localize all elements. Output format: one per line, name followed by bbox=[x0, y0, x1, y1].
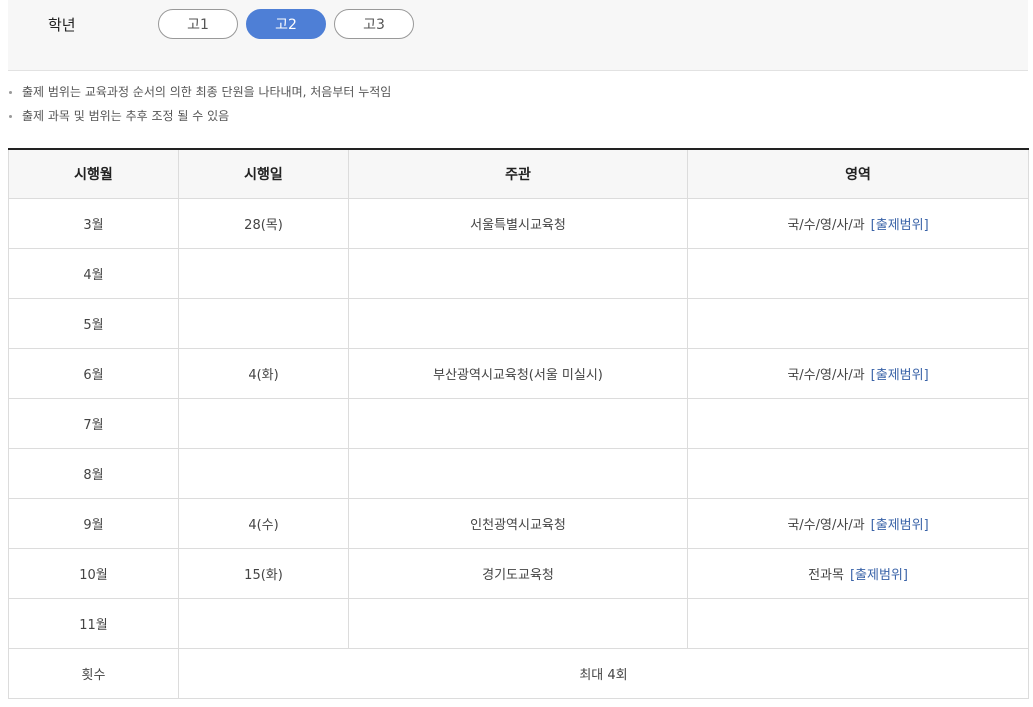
table-row: 9월 4(수) 인천광역시교육청 국/수/영/사/과 [출제범위] bbox=[8, 497, 1029, 549]
count-label: 횟수 bbox=[8, 647, 179, 699]
cell-area bbox=[687, 297, 1029, 349]
area-text: 국/수/영/사/과 bbox=[787, 517, 865, 533]
exam-range-link[interactable]: [출제범위] bbox=[871, 368, 929, 383]
cell-month: 7월 bbox=[8, 397, 179, 449]
cell-month: 9월 bbox=[8, 497, 179, 549]
cell-month: 6월 bbox=[8, 347, 179, 399]
cell-day bbox=[178, 597, 349, 649]
table-row: 4월 bbox=[8, 247, 1029, 299]
cell-host bbox=[348, 397, 688, 449]
cell-area bbox=[687, 397, 1029, 449]
cell-day: 4(화) bbox=[178, 347, 349, 399]
header-day: 시행일 bbox=[178, 149, 349, 199]
cell-host bbox=[348, 247, 688, 299]
grade-button-3[interactable]: 고3 bbox=[334, 9, 414, 39]
table-footer-row: 횟수 최대 4회 bbox=[8, 647, 1029, 699]
header-area: 영역 bbox=[687, 149, 1029, 199]
cell-host: 서울특별시교육청 bbox=[348, 197, 688, 249]
area-text: 전과목 bbox=[808, 567, 844, 583]
cell-host: 부산광역시교육청(서울 미실시) bbox=[348, 347, 688, 399]
cell-area: 국/수/영/사/과 [출제범위] bbox=[687, 347, 1029, 399]
cell-day: 4(수) bbox=[178, 497, 349, 549]
table-row: 3월 28(목) 서울특별시교육청 국/수/영/사/과 [출제범위] bbox=[8, 197, 1029, 249]
cell-area: 국/수/영/사/과 [출제범위] bbox=[687, 497, 1029, 549]
cell-day bbox=[178, 247, 349, 299]
table-header-row: 시행월 시행일 주관 영역 bbox=[8, 149, 1029, 199]
exam-schedule-table: 시행월 시행일 주관 영역 3월 28(목) 서울특별시교육청 국/수/영/사/과 [출… bbox=[8, 148, 1029, 699]
cell-month: 11월 bbox=[8, 597, 179, 649]
cell-host bbox=[348, 447, 688, 499]
count-value: 최대 4회 bbox=[178, 647, 1029, 699]
header-host: 주관 bbox=[348, 149, 688, 199]
cell-host: 경기도교육청 bbox=[348, 547, 688, 599]
cell-area bbox=[687, 447, 1029, 499]
cell-day bbox=[178, 397, 349, 449]
note-item: 출제 범위는 교육과정 순서의 의한 최종 단원을 나타내며, 처음부터 누적임 bbox=[8, 82, 391, 106]
table-row: 8월 bbox=[8, 447, 1029, 499]
cell-day: 28(목) bbox=[178, 197, 349, 249]
cell-day: 15(화) bbox=[178, 547, 349, 599]
grade-button-1[interactable]: 고1 bbox=[158, 9, 238, 39]
cell-area bbox=[687, 597, 1029, 649]
cell-host bbox=[348, 597, 688, 649]
note-item: 출제 과목 및 범위는 추후 조정 될 수 있음 bbox=[8, 106, 391, 130]
cell-host: 인천광역시교육청 bbox=[348, 497, 688, 549]
cell-month: 4월 bbox=[8, 247, 179, 299]
cell-area: 국/수/영/사/과 [출제범위] bbox=[687, 197, 1029, 249]
notes-list: 출제 범위는 교육과정 순서의 의한 최종 단원을 나타내며, 처음부터 누적임… bbox=[8, 82, 391, 130]
cell-day bbox=[178, 297, 349, 349]
grade-label: 학년 bbox=[48, 16, 76, 34]
exam-range-link[interactable]: [출제범위] bbox=[871, 218, 929, 233]
exam-range-link[interactable]: [출제범위] bbox=[871, 518, 929, 533]
table-row: 7월 bbox=[8, 397, 1029, 449]
cell-day bbox=[178, 447, 349, 499]
header-month: 시행월 bbox=[8, 149, 179, 199]
area-text: 국/수/영/사/과 bbox=[787, 367, 865, 383]
grade-button-2[interactable]: 고2 bbox=[246, 9, 326, 39]
cell-host bbox=[348, 297, 688, 349]
area-text: 국/수/영/사/과 bbox=[787, 217, 865, 233]
cell-area bbox=[687, 247, 1029, 299]
cell-area: 전과목 [출제범위] bbox=[687, 547, 1029, 599]
table-row: 11월 bbox=[8, 597, 1029, 649]
table-row: 5월 bbox=[8, 297, 1029, 349]
cell-month: 8월 bbox=[8, 447, 179, 499]
cell-month: 3월 bbox=[8, 197, 179, 249]
table-row: 10월 15(화) 경기도교육청 전과목 [출제범위] bbox=[8, 547, 1029, 599]
cell-month: 10월 bbox=[8, 547, 179, 599]
exam-range-link[interactable]: [출제범위] bbox=[850, 568, 908, 583]
grade-selector-bar: 학년 고1 고2 고3 bbox=[8, 0, 1028, 71]
cell-month: 5월 bbox=[8, 297, 179, 349]
table-row: 6월 4(화) 부산광역시교육청(서울 미실시) 국/수/영/사/과 [출제범위] bbox=[8, 347, 1029, 399]
